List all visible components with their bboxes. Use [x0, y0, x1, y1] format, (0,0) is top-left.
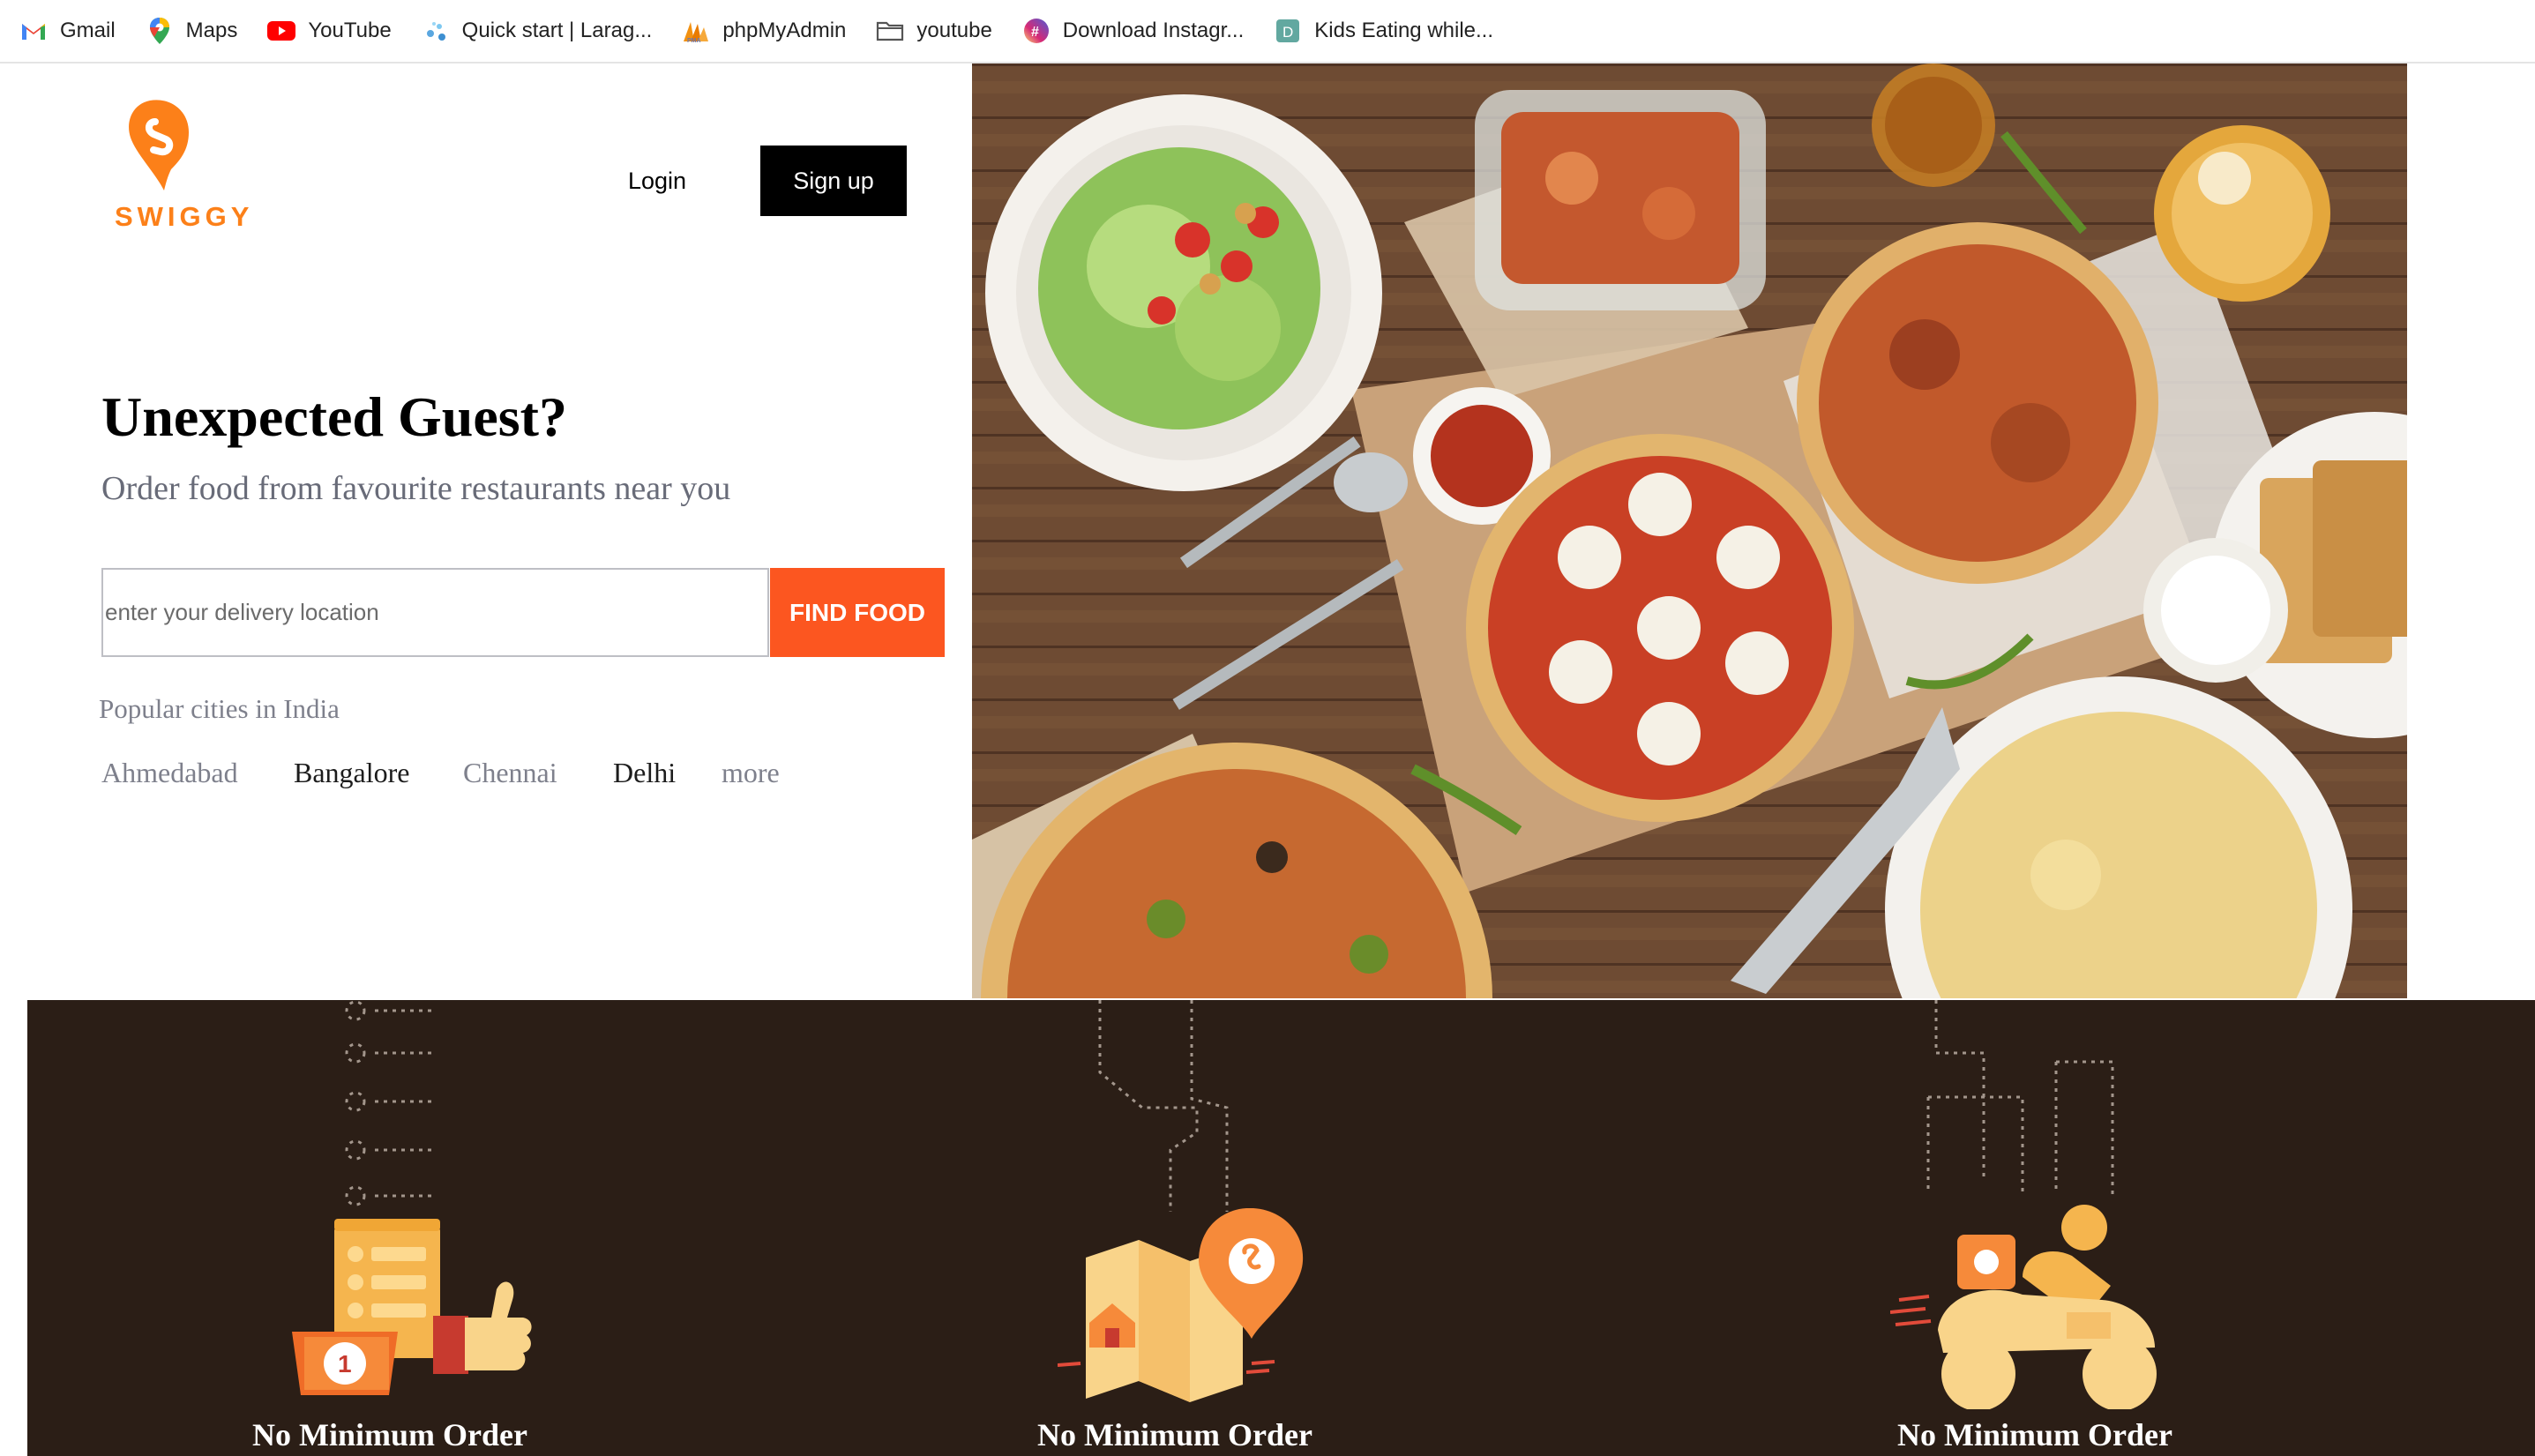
- delivery-scooter-icon: [1889, 1198, 2190, 1411]
- bookmark-label: Maps: [185, 19, 238, 42]
- bookmark-gmail[interactable]: Gmail: [19, 0, 116, 63]
- hero-subtitle: Order food from favourite restaurants ne…: [101, 470, 731, 507]
- login-button[interactable]: Login: [609, 146, 706, 216]
- bookmark-laragon[interactable]: Quick start | Larag...: [422, 0, 653, 63]
- city-link-chennai[interactable]: Chennai: [463, 757, 557, 789]
- folder-icon: [876, 17, 904, 45]
- feature-title: No Minimum Order: [1037, 1417, 1312, 1452]
- bookmark-youtube[interactable]: YouTube: [267, 0, 392, 63]
- bookmark-youtube-folder[interactable]: youtube: [876, 0, 992, 63]
- popular-cities-list: Ahmedabad Bangalore Chennai Delhi more: [0, 757, 882, 801]
- svg-text:PMA: PMA: [687, 38, 701, 43]
- logo-text: SWIGGY: [115, 201, 254, 232]
- svg-text:D: D: [1282, 24, 1293, 41]
- phpmyadmin-icon: PMA: [682, 17, 710, 45]
- location-search-box: [101, 568, 769, 657]
- delivery-location-input[interactable]: [103, 570, 767, 655]
- feature-title: No Minimum Order: [252, 1417, 527, 1452]
- bookmark-label: Quick start | Larag...: [461, 19, 653, 42]
- popular-cities-label: Popular cities in India: [99, 693, 340, 724]
- bookmark-label: YouTube: [308, 19, 392, 42]
- city-link-ahmedabad[interactable]: Ahmedabad: [101, 757, 238, 789]
- hero-title: Unexpected Guest?: [101, 385, 567, 448]
- map-location-pin-icon: [1057, 1207, 1331, 1411]
- instagram-download-icon: #: [1022, 17, 1051, 45]
- signup-button[interactable]: Sign up: [760, 146, 907, 216]
- find-food-button[interactable]: FIND FOOD: [770, 568, 945, 657]
- bookmark-label: phpMyAdmin: [722, 19, 847, 42]
- bookmark-label: Download Instagr...: [1062, 19, 1245, 42]
- gmail-icon: [19, 17, 48, 45]
- hero-food-image: [972, 63, 2407, 998]
- city-link-more[interactable]: more: [722, 757, 780, 789]
- bookmark-kids-eating[interactable]: D Kids Eating while...: [1274, 0, 1493, 63]
- features-section: 1 No Minimum Order No Minimum Order No M…: [27, 1000, 2535, 1456]
- laragon-icon: [422, 17, 450, 45]
- bookmarks-bar: Gmail Maps YouTube Quick start | Larag..…: [0, 0, 2535, 63]
- bookmark-label: Kids Eating while...: [1314, 19, 1494, 42]
- feature-title: No Minimum Order: [1897, 1417, 2172, 1452]
- svg-text:1: 1: [338, 1350, 352, 1378]
- svg-text:#: #: [1031, 25, 1039, 40]
- order-thumbs-up-icon: 1: [292, 1219, 539, 1404]
- bookmark-phpmyadmin[interactable]: PMA phpMyAdmin: [682, 0, 846, 63]
- city-link-bangalore[interactable]: Bangalore: [294, 757, 410, 789]
- bookmark-instagram-download[interactable]: # Download Instagr...: [1022, 0, 1244, 63]
- bookmark-maps[interactable]: Maps: [146, 0, 238, 63]
- maps-icon: [146, 17, 174, 45]
- bookmark-label: Gmail: [60, 19, 116, 42]
- d-site-icon: D: [1274, 17, 1302, 45]
- city-link-delhi[interactable]: Delhi: [613, 757, 676, 789]
- bookmark-label: youtube: [916, 19, 992, 42]
- youtube-icon: [267, 17, 296, 45]
